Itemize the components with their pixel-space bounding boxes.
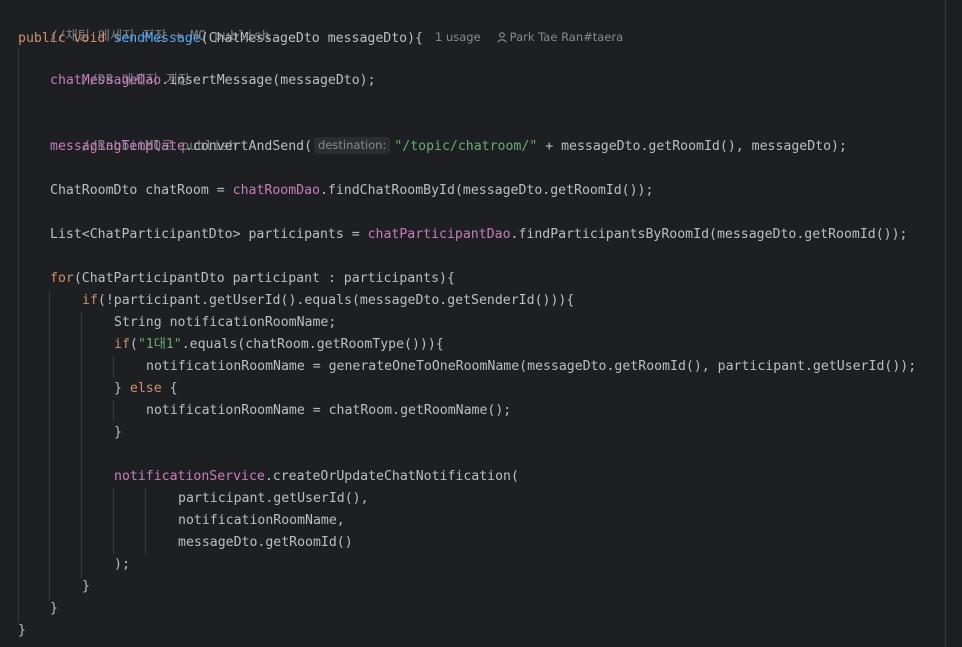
closing-brace: } (50, 601, 58, 616)
code-line[interactable]: } (82, 576, 90, 598)
parameter-hint: destination: (314, 137, 391, 154)
code-line[interactable]: notificationRoomName, (178, 510, 345, 532)
usage-hint[interactable]: 1 usage (435, 30, 481, 44)
code-line-else[interactable]: } else { (114, 378, 178, 400)
indent-guide (81, 312, 82, 578)
indent-guide (18, 48, 19, 622)
keyword-else: else (129, 381, 162, 396)
indent-guide (49, 290, 50, 600)
code-line[interactable]: ); (114, 554, 130, 576)
code-text: + messageDto.getRoomId(), messageDto); (537, 139, 847, 154)
closing-brace: } (114, 425, 122, 440)
code-text: .findParticipantsByRoomId(messageDto.get… (510, 227, 908, 242)
code-line[interactable]: } (18, 620, 26, 642)
keyword-void: void (73, 31, 106, 46)
indent-guide (113, 400, 114, 422)
keyword-if: if (114, 337, 130, 352)
indent-guide (113, 488, 114, 554)
code-line[interactable]: } (114, 422, 122, 444)
code-text: .insertMessage(messageDto); (161, 73, 376, 88)
keyword-if: if (82, 293, 98, 308)
code-text: notificationRoomName = generateOneToOneR… (146, 359, 917, 374)
keyword-public: public (18, 31, 66, 46)
right-margin-guide (945, 0, 946, 647)
code-text: ChatRoomDto chatRoom = (50, 183, 233, 198)
code-text: notificationRoomName, (178, 513, 345, 528)
method-name[interactable]: sendMessage (113, 31, 200, 46)
indent-guide (113, 356, 114, 378)
code-line-method-signature[interactable]: public void sendMessage(ChatMessageDto m… (18, 26, 623, 48)
code-line[interactable]: participant.getUserId(), (178, 488, 369, 510)
closing-brace: } (18, 623, 26, 638)
code-text: List<ChatParticipantDto> participants = (50, 227, 368, 242)
code-line[interactable]: notificationRoomName = generateOneToOneR… (146, 356, 916, 378)
field-reference: chatMessageDao (50, 73, 162, 88)
code-text: notificationRoomName = chatRoom.getRoomN… (146, 403, 512, 418)
code-editor[interactable]: //채팅 메세지 저장 + MQ publish public void sen… (0, 0, 962, 647)
code-line-comment[interactable]: //DB 메세지 저장 (50, 48, 190, 88)
code-line-for-loop[interactable]: for(ChatParticipantDto participant : par… (50, 268, 455, 290)
code-line[interactable]: chatMessageDao.insertMessage(messageDto)… (50, 70, 376, 92)
string-literal: "1대1" (137, 337, 182, 352)
code-text: ); (114, 557, 130, 572)
code-text: } (114, 381, 130, 396)
code-line[interactable]: String notificationRoomName; (114, 312, 336, 334)
code-text: (ChatParticipantDto participant : partic… (73, 271, 455, 286)
code-text: messageDto.getRoomId() (178, 535, 353, 550)
code-line[interactable]: messagingTemplate.convertAndSend(destina… (50, 136, 847, 158)
field-reference: chatRoomDao (232, 183, 320, 198)
code-line-comment[interactable]: //RabbitMQ로 publish (50, 114, 237, 154)
code-line-comment[interactable]: //채팅 메세지 저장 + MQ publish (18, 4, 270, 44)
code-text: .equals(chatRoom.getRoomType())){ (181, 337, 444, 352)
indent-guide (145, 488, 146, 554)
method-params: (ChatMessageDto messageDto){ (200, 31, 423, 46)
keyword-for: for (50, 271, 74, 286)
code-line[interactable]: } (50, 598, 58, 620)
code-text: .convertAndSend( (184, 139, 313, 154)
closing-brace: } (82, 579, 90, 594)
code-text: String notificationRoomName; (114, 315, 337, 330)
code-text: ( (129, 337, 138, 352)
field-reference: notificationService (114, 469, 265, 484)
code-text: participant.getUserId(), (178, 491, 369, 506)
code-line[interactable]: notificationRoomName = chatRoom.getRoomN… (146, 400, 511, 422)
code-line[interactable]: ChatRoomDto chatRoom = chatRoomDao.findC… (50, 180, 653, 202)
author-hint[interactable]: Park Tae Ran#taera (497, 30, 624, 44)
code-text: .findChatRoomById(messageDto.getRoomId()… (319, 183, 654, 198)
code-text: .createOrUpdateChatNotification( (264, 469, 519, 484)
code-line[interactable]: messageDto.getRoomId() (178, 532, 353, 554)
code-line[interactable]: List<ChatParticipantDto> participants = … (50, 224, 908, 246)
code-text: { (161, 381, 178, 396)
field-reference: messagingTemplate (50, 139, 185, 154)
author-name: Park Tae Ran#taera (509, 30, 624, 44)
string-literal: "/topic/chatroom/" (394, 139, 538, 154)
code-text: (!participant.getUserId().equals(message… (97, 293, 575, 308)
field-reference: chatParticipantDao (367, 227, 511, 242)
code-line-if[interactable]: if("1대1".equals(chatRoom.getRoomType()))… (114, 334, 444, 356)
code-line[interactable]: notificationService.createOrUpdateChatNo… (114, 466, 519, 488)
person-icon (497, 28, 507, 50)
code-line-if[interactable]: if(!participant.getUserId().equals(messa… (82, 290, 574, 312)
